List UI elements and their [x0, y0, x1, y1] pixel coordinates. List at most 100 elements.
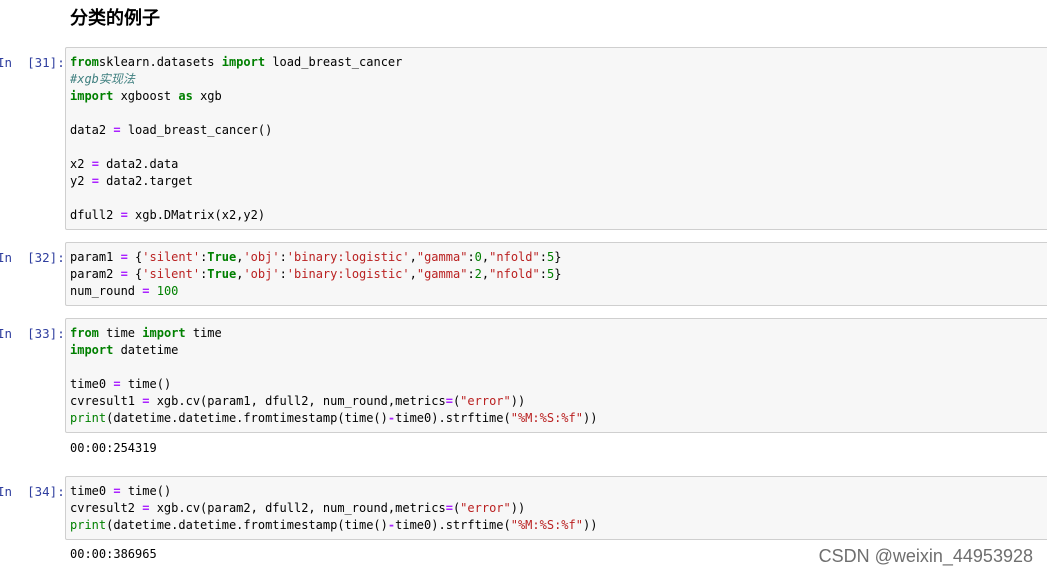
code-token: , — [409, 267, 417, 281]
code-token: )) — [582, 518, 598, 532]
code-token: time0).strftime( — [395, 411, 511, 425]
code-token: True — [207, 267, 237, 281]
code-token: { — [127, 250, 143, 264]
code-line: cvresult1 = xgb.cv(param1, dfull2, num_r… — [70, 393, 1047, 410]
code-token: sklearn.datasets — [98, 55, 222, 69]
code-line: dfull2 = xgb.DMatrix(x2,y2) — [70, 207, 1047, 224]
code-token: param1 — [70, 250, 121, 264]
code-token: "gamma" — [416, 250, 468, 264]
code-line: from time import time — [70, 325, 1047, 342]
code-line: import xgboost as xgb — [70, 88, 1047, 105]
page-header: 分类的例子 — [0, 0, 1047, 38]
code-token: 'obj' — [243, 267, 280, 281]
code-token: = — [445, 394, 453, 408]
code-token: "error" — [460, 394, 511, 408]
code-token: import — [221, 55, 266, 69]
code-token: cvresult2 — [70, 501, 143, 515]
code-token: )) — [510, 394, 526, 408]
code-line: time0 = time() — [70, 483, 1047, 500]
code-token: : — [279, 267, 287, 281]
code-token: dfull2 — [70, 208, 121, 222]
code-cell-34[interactable]: time0 = time() cvresult2 = xgb.cv(param2,… — [65, 476, 1047, 540]
code-token: : — [539, 250, 547, 264]
code-token: 'binary:logistic' — [286, 267, 410, 281]
code-token: { — [127, 267, 143, 281]
cell-prompt-34: In [34]: — [0, 484, 65, 499]
code-token: x2 — [70, 157, 92, 171]
section-heading: 分类的例子 — [70, 8, 160, 29]
code-line: y2 = data2.target — [70, 173, 1047, 190]
code-line: #xgb实现法 — [70, 71, 1047, 88]
code-token: : — [467, 250, 475, 264]
code-token: "%M:%S:%f" — [510, 518, 583, 532]
code-token: } — [554, 267, 562, 281]
code-token: = — [120, 208, 128, 222]
code-token: : — [279, 250, 287, 264]
code-token: time — [185, 326, 222, 340]
code-token: time() — [120, 377, 172, 391]
cell-output-33: 00:00:254319 — [70, 441, 157, 455]
code-token: cvresult1 — [70, 394, 143, 408]
code-token: = — [113, 123, 121, 137]
code-token: = — [91, 157, 99, 171]
code-token: 100 — [156, 284, 179, 298]
code-token: xgb — [192, 89, 222, 103]
code-token: xgb.cv(param1, dfull2, num_round,metrics — [149, 394, 446, 408]
code-editor[interactable]: time0 = time() cvresult2 = xgb.cv(param2,… — [70, 483, 1047, 534]
code-token: xgb.DMatrix(x2,y2) — [127, 208, 266, 222]
code-editor[interactable]: from time import time import datetime tim… — [70, 325, 1047, 427]
code-token: load_breast_cancer — [265, 55, 403, 69]
code-token: "gamma" — [416, 267, 468, 281]
code-line: fromsklearn.datasets import load_breast_… — [70, 54, 1047, 71]
code-token: = — [445, 501, 453, 515]
code-token: , — [409, 250, 417, 264]
code-token: : — [539, 267, 547, 281]
code-token: datetime — [113, 343, 179, 357]
code-token: data2.data — [98, 157, 179, 171]
code-editor[interactable]: fromsklearn.datasets import load_breast_… — [70, 54, 1047, 224]
code-token: (datetime.datetime.fromtimestamp(time() — [106, 518, 388, 532]
code-token: "nfold" — [489, 250, 540, 264]
code-token: as — [178, 89, 193, 103]
code-editor[interactable]: param1 = {'silent':True,'obj':'binary:lo… — [70, 249, 1047, 300]
code-token: time — [98, 326, 143, 340]
cell-prompt-33: In [33]: — [0, 326, 65, 341]
code-cell-33[interactable]: from time import time import datetime tim… — [65, 318, 1047, 433]
code-token: time() — [120, 484, 172, 498]
code-token: = — [113, 377, 121, 391]
code-token: data2.target — [98, 174, 193, 188]
code-token: "nfold" — [489, 267, 540, 281]
code-token: = — [120, 267, 128, 281]
code-token: = — [91, 174, 99, 188]
code-token: xgboost — [113, 89, 179, 103]
code-line: num_round = 100 — [70, 283, 1047, 300]
code-token: num_round — [70, 284, 143, 298]
code-line: print(datetime.datetime.fromtimestamp(ti… — [70, 410, 1047, 427]
code-token: = — [113, 484, 121, 498]
code-token: time0).strftime( — [395, 518, 511, 532]
watermark: CSDN @weixin_44953928 — [818, 546, 1033, 566]
cell-prompt-32: In [32]: — [0, 250, 65, 265]
code-token: #xgb实现法 — [70, 72, 135, 86]
code-token: import — [70, 343, 114, 357]
code-token: 0 — [474, 250, 482, 264]
code-line: cvresult2 = xgb.cv(param2, dfull2, num_r… — [70, 500, 1047, 517]
code-token: 'binary:logistic' — [286, 250, 410, 264]
code-token: 2 — [474, 267, 482, 281]
code-token: "error" — [460, 501, 511, 515]
code-token: from — [70, 55, 99, 69]
code-token: = — [120, 250, 128, 264]
code-cell-32[interactable]: param1 = {'silent':True,'obj':'binary:lo… — [65, 242, 1047, 306]
code-token: y2 — [70, 174, 92, 188]
code-token: from — [70, 326, 99, 340]
code-token: } — [554, 250, 562, 264]
code-line: print(datetime.datetime.fromtimestamp(ti… — [70, 517, 1047, 534]
code-cell-31[interactable]: fromsklearn.datasets import load_breast_… — [65, 47, 1047, 230]
code-token: import — [142, 326, 186, 340]
code-token: )) — [582, 411, 598, 425]
